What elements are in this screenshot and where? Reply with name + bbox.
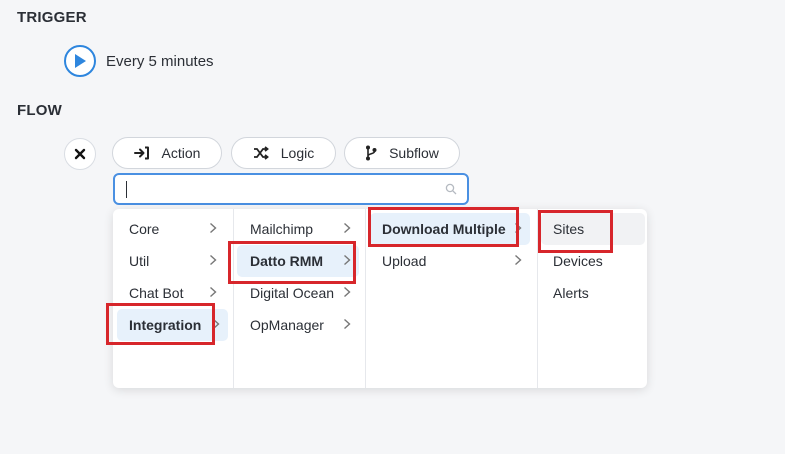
menu-item-sites[interactable]: Sites — [541, 213, 645, 245]
menu-item-opmanager[interactable]: OpManager — [237, 309, 359, 341]
close-button[interactable] — [64, 138, 96, 170]
menu-column-integrations: Mailchimp Datto RMM Digital Ocean OpMana… — [233, 209, 365, 388]
logic-button[interactable]: Logic — [231, 137, 336, 169]
flow-section-title: FLOW — [17, 102, 62, 119]
trigger-item[interactable]: Every 5 minutes — [64, 45, 214, 77]
logic-button-label: Logic — [280, 145, 315, 161]
menu-item-chat-bot[interactable]: Chat Bot — [117, 277, 225, 309]
menu-column-resources: Sites Devices Alerts — [537, 209, 647, 388]
subflow-button[interactable]: Subflow — [344, 137, 460, 169]
chevron-right-icon — [210, 286, 217, 298]
chevron-right-icon — [210, 222, 217, 234]
chevron-right-icon — [210, 254, 217, 266]
trigger-section-title: TRIGGER — [17, 9, 87, 26]
search-input[interactable] — [121, 178, 431, 200]
chevron-right-icon — [344, 222, 351, 234]
chevron-right-icon — [515, 222, 522, 234]
menu-item-download-multiple[interactable]: Download Multiple — [370, 213, 530, 245]
play-icon[interactable] — [64, 45, 96, 77]
menu-item-upload[interactable]: Upload — [370, 245, 530, 277]
close-icon — [74, 148, 86, 160]
action-button[interactable]: Action — [112, 137, 222, 169]
chevron-right-icon — [213, 318, 220, 330]
subflow-button-label: Subflow — [389, 145, 439, 161]
trigger-schedule-label: Every 5 minutes — [106, 52, 214, 70]
menu-item-util[interactable]: Util — [117, 245, 225, 277]
menu-item-integration[interactable]: Integration — [117, 309, 228, 341]
text-cursor — [126, 181, 127, 198]
menu-column-actions: Download Multiple Upload — [365, 209, 537, 388]
search-icon — [445, 183, 457, 195]
menu-item-mailchimp[interactable]: Mailchimp — [237, 213, 359, 245]
sign-in-icon — [133, 146, 149, 160]
shuffle-icon — [253, 146, 269, 160]
menu-item-digital-ocean[interactable]: Digital Ocean — [237, 277, 359, 309]
chevron-right-icon — [344, 318, 351, 330]
menu-item-datto-rmm[interactable]: Datto RMM — [237, 245, 359, 277]
chevron-right-icon — [344, 286, 351, 298]
search-field[interactable] — [113, 173, 469, 205]
cascading-menu: Core Util Chat Bot Integration Mailchimp… — [113, 209, 647, 388]
branch-icon — [366, 145, 377, 161]
menu-item-alerts[interactable]: Alerts — [541, 277, 645, 309]
menu-column-categories: Core Util Chat Bot Integration — [113, 209, 233, 388]
menu-item-devices[interactable]: Devices — [541, 245, 645, 277]
action-button-label: Action — [161, 145, 201, 161]
menu-item-core[interactable]: Core — [117, 213, 225, 245]
chevron-right-icon — [515, 254, 522, 266]
chevron-right-icon — [344, 254, 351, 266]
